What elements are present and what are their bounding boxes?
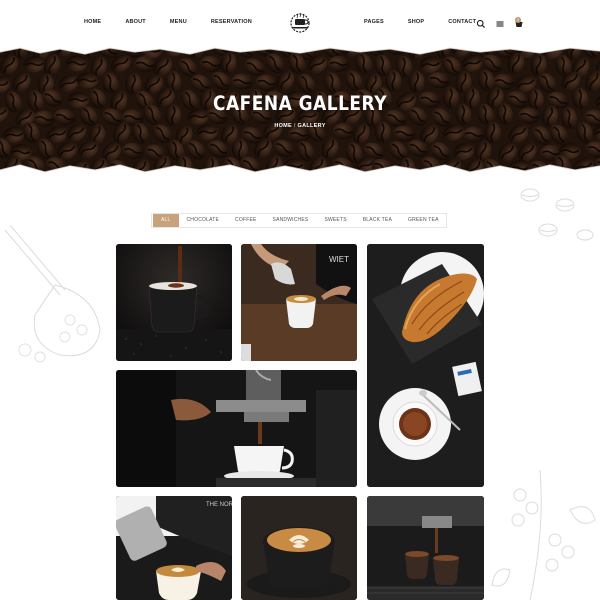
espresso-machine-image [116,370,357,487]
filter-coffee[interactable]: COFFEE [227,214,264,227]
page-hero-banner: CAFENA GALLERY HOME / GALLERY [0,46,600,174]
nav-menu-link[interactable]: MENU [170,19,187,25]
filter-sweets[interactable]: SWEETS [316,214,354,227]
site-header: HOME ABOUT MENU RESERVATION PAGES SHOP C… [0,0,600,46]
latte-art-cup-image [241,496,357,600]
filter-green-tea[interactable]: GREEN TEA [400,214,447,227]
gallery-filter-bar: ALL CHOCOLATE COFFEE SANDWICHES SWEETS B… [151,213,447,228]
nav-contact-link[interactable]: CONTACT [448,19,476,25]
svg-text:WIET: WIET [329,255,349,264]
search-icon[interactable] [476,16,486,29]
breadcrumb-separator: / [293,123,296,129]
breadcrumb-current: GALLERY [297,123,326,129]
filter-chocolate[interactable]: CHOCOLATE [179,214,228,227]
page-title: CAFENA GALLERY [212,92,388,116]
breadcrumb-home-link[interactable]: HOME [274,123,292,129]
coffee-bean-sketch-icon [520,188,594,241]
latte-pour-image: WIET [241,244,357,361]
menu-icon[interactable] [495,16,505,27]
coffee-cup-logo-icon [290,12,310,33]
svg-text:THE NORTH: THE NORTH [206,502,232,508]
main-nav-left: HOME ABOUT MENU RESERVATION [84,19,276,25]
coffee-scoop-sketch-icon [4,225,101,363]
nav-shop-link[interactable]: SHOP [408,19,424,25]
cart-count-badge: 0 [515,17,521,23]
gallery-item-latte-art-cup[interactable] [241,496,357,600]
nav-reservation-link[interactable]: RESERVATION [211,19,252,25]
logo[interactable] [285,10,315,36]
filter-all[interactable]: ALL [153,214,179,227]
filter-black-tea[interactable]: BLACK TEA [355,214,400,227]
gallery-item-latte-art-barista[interactable]: THE NORTH [116,496,232,600]
filter-sandwiches[interactable]: SANDWICHES [265,214,317,227]
gallery-item-croissant[interactable] [367,244,484,487]
gallery-item-latte-pour[interactable]: WIET [241,244,357,361]
nav-about-link[interactable]: ABOUT [125,19,146,25]
coffee-branch-sketch-icon [491,470,596,600]
gallery-item-espresso-shot[interactable] [367,496,484,600]
croissant-coffee-image [367,244,484,487]
nav-home-link[interactable]: HOME [84,19,101,25]
espresso-pour-image [116,244,232,361]
nav-pages-link[interactable]: PAGES [364,19,384,25]
gallery-item-espresso-machine[interactable] [116,370,357,487]
breadcrumb: HOME / GALLERY [0,123,600,129]
latte-art-barista-image: THE NORTH [116,496,232,600]
gallery-item-espresso-pour[interactable] [116,244,232,361]
espresso-shot-image [367,496,484,600]
